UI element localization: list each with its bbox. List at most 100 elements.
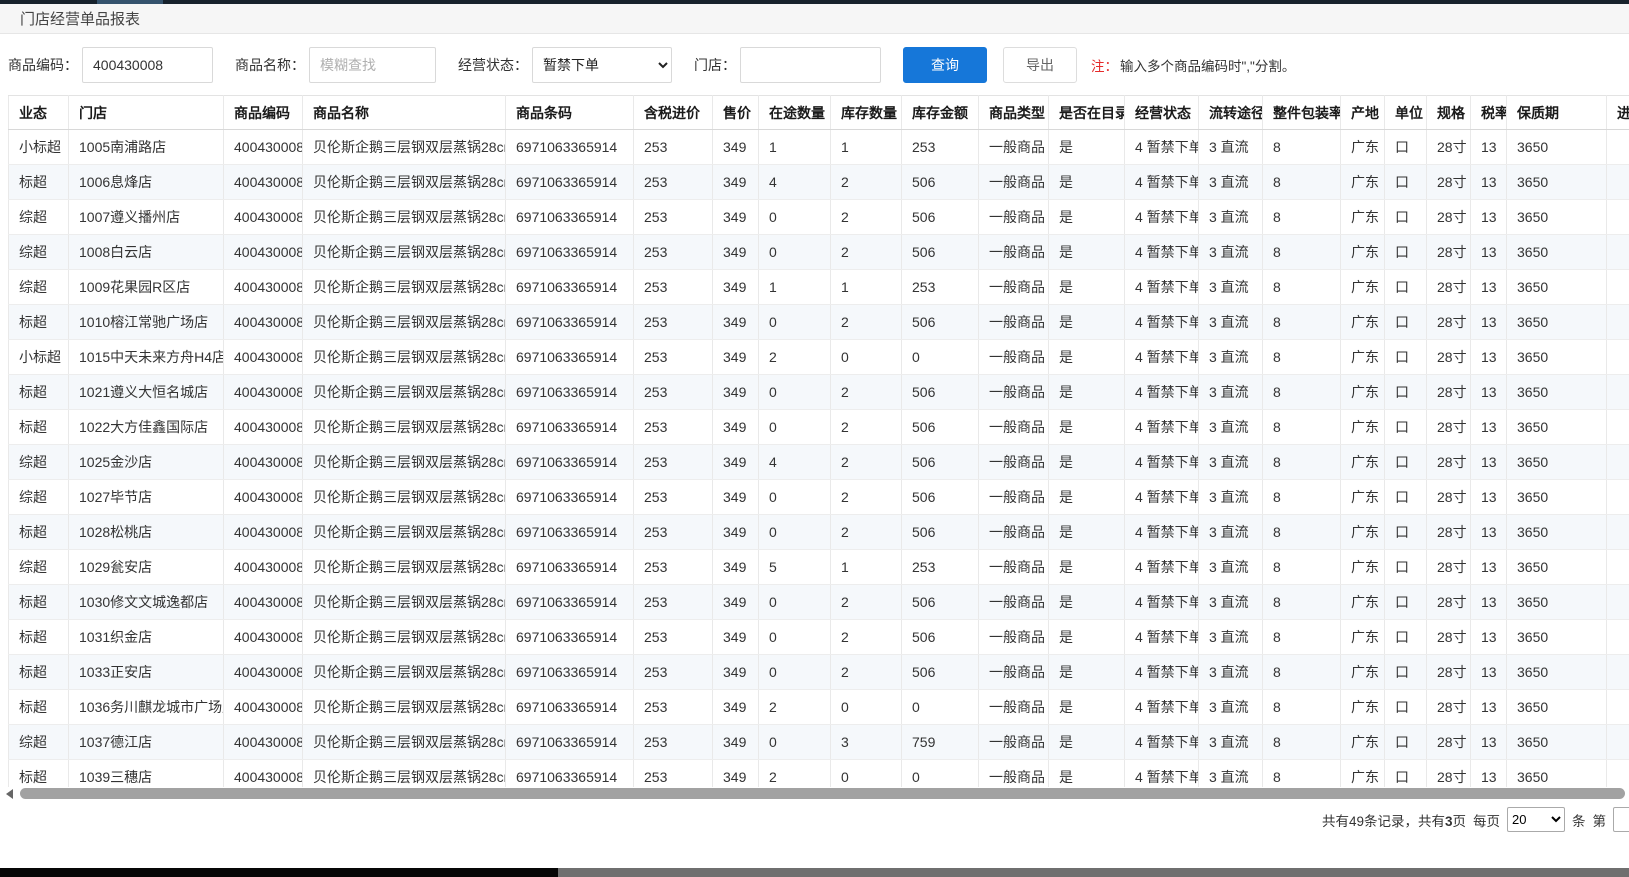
- table-cell: [1607, 130, 1629, 165]
- table-cell: 贝伦斯企鹅三层钢双层蒸锅28cm: [303, 620, 506, 655]
- page-jump-input[interactable]: [1613, 807, 1629, 832]
- table-cell: 4 暂禁下单: [1125, 620, 1199, 655]
- table-cell: 28寸: [1427, 445, 1471, 480]
- table-cell: 28寸: [1427, 410, 1471, 445]
- table-cell: 253: [634, 130, 713, 165]
- table-cell: 贝伦斯企鹅三层钢双层蒸锅28cm: [303, 550, 506, 585]
- product-name-input[interactable]: [309, 47, 436, 83]
- table-cell: 贝伦斯企鹅三层钢双层蒸锅28cm: [303, 690, 506, 725]
- table-cell: [1607, 515, 1629, 550]
- table-cell: 6971063365914: [506, 725, 634, 760]
- table-cell: [1607, 620, 1629, 655]
- column-header: 保质期: [1507, 96, 1607, 130]
- table-cell: 2: [831, 445, 902, 480]
- product-code-input[interactable]: [82, 47, 213, 83]
- table-cell: 一般商品: [979, 515, 1049, 550]
- pagination-bar: 共有49条记录，共有3页 每页 20 条 第: [0, 807, 1629, 832]
- table-cell: 8: [1263, 200, 1341, 235]
- table-cell: 是: [1049, 760, 1125, 788]
- table-row: 综超1009花果园R区店400430008贝伦斯企鹅三层钢双层蒸锅28cm697…: [9, 270, 1629, 305]
- table-cell: 400430008: [224, 725, 303, 760]
- table-cell: 3 直流: [1199, 445, 1263, 480]
- table-cell: 3 直流: [1199, 585, 1263, 620]
- total-pages-value: 3: [1445, 814, 1453, 829]
- table-cell: 4 暂禁下单: [1125, 480, 1199, 515]
- scroll-left-arrow-icon[interactable]: [6, 789, 13, 799]
- table-cell: 349: [713, 480, 759, 515]
- search-button[interactable]: 查询: [903, 47, 987, 83]
- table-cell: 349: [713, 725, 759, 760]
- table-cell: 400430008: [224, 340, 303, 375]
- status-select[interactable]: 暂禁下单: [532, 47, 672, 83]
- table-cell: 一般商品: [979, 165, 1049, 200]
- table-cell: 是: [1049, 200, 1125, 235]
- table-cell: 349: [713, 515, 759, 550]
- table-cell: 1039三穗店: [69, 760, 224, 788]
- table-cell: 506: [902, 480, 979, 515]
- table-cell: 3 直流: [1199, 165, 1263, 200]
- per-page-select[interactable]: 20: [1507, 807, 1565, 832]
- table-cell: 3650: [1507, 410, 1607, 445]
- table-cell: 一般商品: [979, 130, 1049, 165]
- table-cell: 3650: [1507, 550, 1607, 585]
- os-taskbar-edge: [0, 868, 1629, 877]
- table-cell: 8: [1263, 690, 1341, 725]
- table-cell: 0: [759, 655, 831, 690]
- table-cell: 是: [1049, 725, 1125, 760]
- table-cell: 口: [1385, 480, 1427, 515]
- store-label: 门店：: [694, 55, 736, 75]
- table-cell: 2: [831, 305, 902, 340]
- table-cell: 口: [1385, 130, 1427, 165]
- table-cell: 是: [1049, 270, 1125, 305]
- table-cell: 6971063365914: [506, 270, 634, 305]
- column-header: 业态: [9, 96, 69, 130]
- table-cell: 标超: [9, 515, 69, 550]
- table-cell: 广东: [1341, 550, 1385, 585]
- note-prefix: 注：: [1091, 59, 1118, 74]
- table-cell: 2: [759, 340, 831, 375]
- table-row: 标超1036务川麒龙城市广场店400430008贝伦斯企鹅三层钢双层蒸锅28cm…: [9, 690, 1629, 725]
- table-cell: 1029瓮安店: [69, 550, 224, 585]
- table-cell: 小标超: [9, 130, 69, 165]
- table-cell: 4 暂禁下单: [1125, 585, 1199, 620]
- table-cell: 253: [634, 690, 713, 725]
- table-row: 综超1008白云店400430008贝伦斯企鹅三层钢双层蒸锅28cm697106…: [9, 235, 1629, 270]
- table-cell: 6971063365914: [506, 690, 634, 725]
- table-cell: 贝伦斯企鹅三层钢双层蒸锅28cm: [303, 445, 506, 480]
- table-cell: 349: [713, 200, 759, 235]
- table-cell: 贝伦斯企鹅三层钢双层蒸锅28cm: [303, 270, 506, 305]
- table-cell: 一般商品: [979, 410, 1049, 445]
- table-row: 标超1031织金店400430008贝伦斯企鹅三层钢双层蒸锅28cm697106…: [9, 620, 1629, 655]
- table-cell: 1037德江店: [69, 725, 224, 760]
- report-table-container: 业态门店商品编码商品名称商品条码含税进价售价在途数量库存数量库存金额商品类型是否…: [0, 95, 1629, 787]
- table-cell: 253: [902, 550, 979, 585]
- table-cell: 1008白云店: [69, 235, 224, 270]
- table-cell: 1: [831, 130, 902, 165]
- table-cell: 400430008: [224, 655, 303, 690]
- table-cell: 28寸: [1427, 375, 1471, 410]
- table-cell: 4: [759, 165, 831, 200]
- table-cell: 253: [902, 130, 979, 165]
- table-cell: 广东: [1341, 375, 1385, 410]
- table-cell: 13: [1471, 410, 1507, 445]
- table-cell: 标超: [9, 620, 69, 655]
- table-cell: 506: [902, 410, 979, 445]
- table-cell: 8: [1263, 550, 1341, 585]
- horizontal-scrollbar-thumb[interactable]: [20, 788, 1625, 799]
- table-cell: 3 直流: [1199, 130, 1263, 165]
- table-cell: 506: [902, 585, 979, 620]
- export-button[interactable]: 导出: [1003, 47, 1077, 83]
- table-row: 小标超1015中天未来方舟H4店400430008贝伦斯企鹅三层钢双层蒸锅28c…: [9, 340, 1629, 375]
- table-cell: 1010榕江常驰广场店: [69, 305, 224, 340]
- store-input[interactable]: [740, 47, 881, 83]
- horizontal-scrollbar[interactable]: [2, 787, 1629, 801]
- page-title: 门店经营单品报表: [20, 8, 140, 29]
- table-row: 小标超1005南浦路店400430008贝伦斯企鹅三层钢双层蒸锅28cm6971…: [9, 130, 1629, 165]
- table-cell: 28寸: [1427, 690, 1471, 725]
- table-cell: 349: [713, 130, 759, 165]
- table-cell: 13: [1471, 165, 1507, 200]
- table-cell: 8: [1263, 375, 1341, 410]
- table-cell: [1607, 480, 1629, 515]
- table-cell: 8: [1263, 725, 1341, 760]
- table-cell: 3650: [1507, 760, 1607, 788]
